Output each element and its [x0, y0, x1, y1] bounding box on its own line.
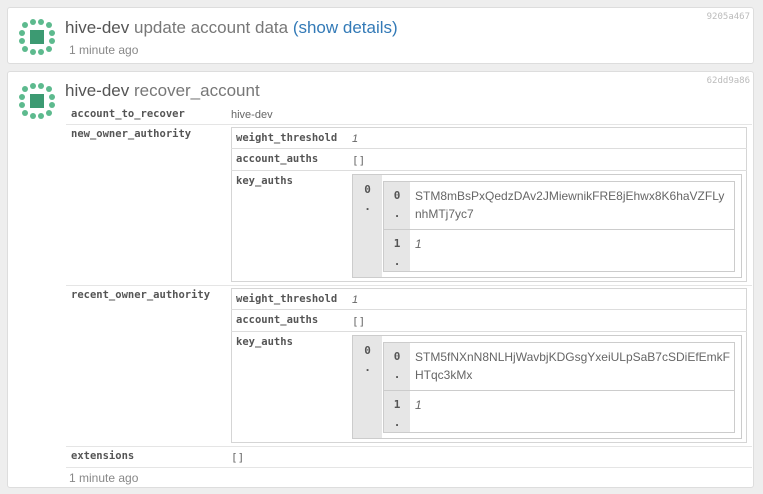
- tuple-index: 0 .: [384, 182, 410, 229]
- public-key-value: STM8mBsPxQedzDAv2JMiewnikFRE8jEhwx8K6haV…: [415, 189, 725, 221]
- operation-action: recover_account: [134, 81, 260, 100]
- tuple-row: 1 . 1: [384, 230, 734, 271]
- field-row-account-to-recover: account_to_recover hive-dev: [66, 105, 752, 125]
- operation-card-update-account: hive-dev update account data (show detai…: [7, 7, 754, 64]
- account-name-link[interactable]: hive-dev: [65, 18, 129, 37]
- user-avatar-icon[interactable]: [17, 81, 57, 121]
- tuple-index: 0 .: [384, 343, 410, 390]
- field-value: 1: [352, 133, 359, 145]
- field-value: []: [352, 154, 366, 167]
- operation-headline: hive-dev update account data (show detai…: [65, 18, 398, 38]
- field-value: []: [352, 315, 366, 328]
- field-value: hive-dev: [231, 109, 273, 121]
- field-value: 1: [352, 294, 359, 306]
- key-auth-tuple: 0 . STM5fNXnN8NLHjWavbjKDGsgYxeiULpSaB7c…: [383, 342, 735, 433]
- tuple-row: 1 . 1: [384, 391, 734, 432]
- field-row-new-owner-authority: new_owner_authority weight_threshold 1 a…: [66, 124, 752, 286]
- authority-object: weight_threshold 1 account_auths [] key_…: [231, 288, 747, 443]
- field-key: recent_owner_authority: [66, 285, 231, 447]
- user-avatar-icon[interactable]: [17, 17, 57, 57]
- field-key: weight_threshold: [231, 288, 352, 310]
- operation-timestamp: 1 minute ago: [69, 471, 139, 485]
- field-key: account_auths: [231, 309, 352, 332]
- field-key: account_to_recover: [66, 105, 231, 125]
- field-key: extensions: [66, 446, 231, 468]
- field-key: new_owner_authority: [66, 124, 231, 286]
- field-value: []: [231, 451, 245, 464]
- key-auths-array: 0 . 0 .: [352, 174, 742, 278]
- operation-card-recover-account: hive-dev recover_account 62dd9a86 accoun…: [7, 71, 754, 488]
- authority-object: weight_threshold 1 account_auths [] key_…: [231, 127, 747, 282]
- key-auths-array: 0 . 0 .: [352, 335, 742, 439]
- tuple-row: 0 . STM8mBsPxQedzDAv2JMiewnikFRE8jEhwx8K…: [384, 182, 734, 230]
- field-row-extensions: extensions []: [66, 446, 752, 468]
- key-auth-tuple: 0 . STM8mBsPxQedzDAv2JMiewnikFRE8jEhwx8K…: [383, 181, 735, 272]
- field-key: weight_threshold: [231, 127, 352, 149]
- array-index: 0 .: [353, 336, 382, 438]
- operation-timestamp: 1 minute ago: [69, 43, 139, 57]
- key-weight-value: 1: [415, 237, 422, 251]
- show-details-link[interactable]: (show details): [293, 18, 398, 37]
- tuple-row: 0 . STM5fNXnN8NLHjWavbjKDGsgYxeiULpSaB7c…: [384, 343, 734, 391]
- transaction-hash[interactable]: 62dd9a86: [707, 76, 750, 86]
- tuple-index: 1 .: [384, 391, 410, 432]
- tuple-index: 1 .: [384, 230, 410, 271]
- field-key: key_auths: [236, 336, 293, 348]
- field-key: key_auths: [236, 175, 293, 187]
- key-weight-value: 1: [415, 398, 422, 412]
- operation-headline: hive-dev recover_account: [65, 81, 260, 101]
- operation-action: update account data: [134, 18, 289, 37]
- field-key: account_auths: [231, 148, 352, 171]
- public-key-value: STM5fNXnN8NLHjWavbjKDGsgYxeiULpSaB7cSDiE…: [415, 350, 730, 382]
- field-row-recent-owner-authority: recent_owner_authority weight_threshold …: [66, 285, 752, 447]
- transaction-hash[interactable]: 9205a467: [707, 12, 750, 22]
- account-name-link[interactable]: hive-dev: [65, 81, 129, 100]
- array-index: 0 .: [353, 175, 382, 277]
- operation-fields-table: account_to_recover hive-dev new_owner_au…: [66, 105, 752, 468]
